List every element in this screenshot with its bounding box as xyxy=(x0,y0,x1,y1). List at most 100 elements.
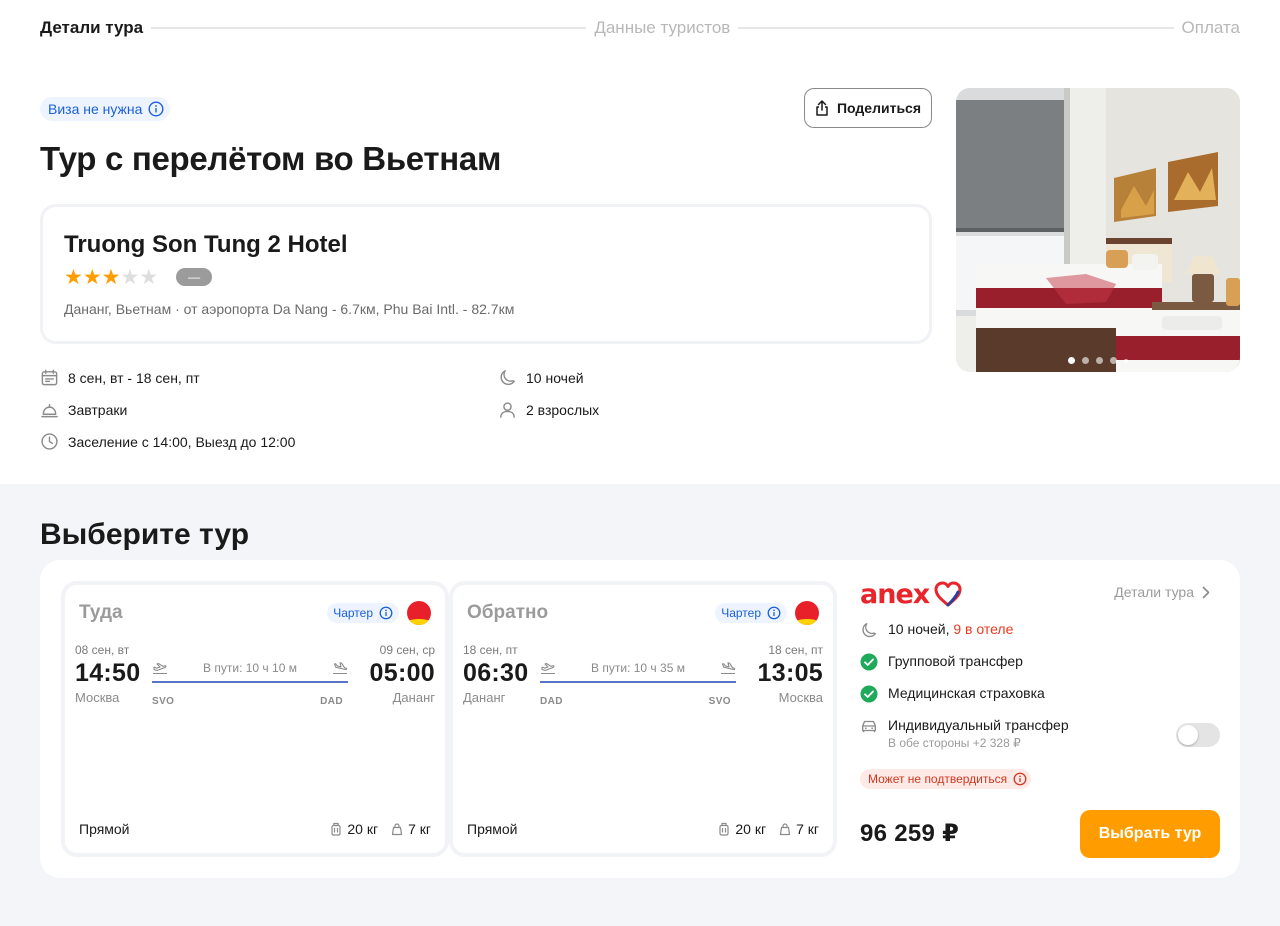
arrival-city: Дананг xyxy=(392,690,435,705)
departure-airport-code: SVO xyxy=(152,696,175,707)
hand-luggage-weight: 7 кг xyxy=(408,821,431,837)
heart-logo-icon xyxy=(934,581,962,607)
departure-city: Москва xyxy=(75,690,120,705)
meals-text: Завтраки xyxy=(68,401,128,418)
dates-text: 8 сен, вт - 18 сен, пт xyxy=(68,369,200,386)
suitcase-icon xyxy=(331,822,341,836)
hotel-photo-carousel[interactable] xyxy=(956,88,1240,372)
tour-summary: anex Детали тура 10 ночей, 9 в отеле Гру… xyxy=(860,579,1220,859)
star-icon: ★ xyxy=(64,265,83,289)
check-circle-icon xyxy=(860,685,878,703)
departure-time: 06:30 xyxy=(463,659,529,687)
hotel-room-photo xyxy=(956,88,1240,372)
flight-route: В пути: 10 ч 35 м DAD SVO xyxy=(540,659,736,709)
departure-date: 08 сен, вт xyxy=(75,643,130,657)
flight-duration: В пути: 10 ч 35 м xyxy=(591,661,685,675)
summary-nights: 10 ночей, 9 в отеле xyxy=(860,621,1013,639)
moon-icon xyxy=(500,370,515,386)
info-icon xyxy=(148,101,164,117)
summary-group-transfer: Групповой трансфер xyxy=(860,653,1023,671)
charter-badge[interactable]: Чартер xyxy=(327,603,399,623)
choose-tour-button[interactable]: Выбрать тур xyxy=(1080,810,1220,858)
carousel-dot[interactable] xyxy=(1110,357,1117,364)
arrival-date: 18 сен, пт xyxy=(768,643,823,657)
landing-icon xyxy=(333,662,348,675)
nights-count: 10 ночей, xyxy=(888,621,950,637)
departure-date: 18 сен, пт xyxy=(463,643,518,657)
baggage-info: 20 кг 7 кг xyxy=(329,821,431,837)
tour-price: 96 259 ₽ xyxy=(860,820,960,847)
flight-outbound[interactable]: Туда Чартер 08 сен, вт 09 сен, ср 14:50 … xyxy=(61,581,449,857)
departure-airport-code: DAD xyxy=(540,696,563,707)
step-tour-details: Детали тура xyxy=(40,18,144,37)
summary-individual-transfer: Индивидуальный трансфер В обе стороны +2… xyxy=(860,717,1069,750)
handbag-icon xyxy=(391,823,403,836)
flight-tags: Чартер xyxy=(715,601,819,625)
individual-transfer-toggle[interactable] xyxy=(1176,723,1220,747)
share-button[interactable]: Поделиться xyxy=(804,88,932,128)
hotel-name[interactable]: Truong Son Tung 2 Hotel xyxy=(64,231,908,259)
warning-label: Может не подтвердиться xyxy=(868,772,1008,786)
visa-badge[interactable]: Виза не нужна xyxy=(40,97,171,121)
arrival-airport-code: SVO xyxy=(708,696,731,707)
flight-return[interactable]: Обратно Чартер 18 сен, пт 18 сен, пт 06:… xyxy=(449,581,837,857)
person-icon xyxy=(500,402,515,418)
clock-icon xyxy=(41,433,58,450)
landing-icon xyxy=(721,662,736,675)
chevron-right-icon xyxy=(1202,586,1210,598)
carousel-dot[interactable] xyxy=(1096,357,1103,364)
step-payment: Оплата xyxy=(1181,18,1241,37)
choose-tour-section: Выберите тур Туда Чартер 08 сен, вт 09 с… xyxy=(0,484,1280,926)
hotel-stars: ★ ★ ★ ★ ★ — xyxy=(64,265,908,289)
handbag-icon xyxy=(779,823,791,836)
charter-badge[interactable]: Чартер xyxy=(715,603,787,623)
share-icon xyxy=(816,100,828,116)
airline-logo-icon xyxy=(795,601,819,625)
step-divider xyxy=(151,27,587,29)
confirmation-warning-badge[interactable]: Может не подтвердиться xyxy=(860,769,1032,789)
insurance-label: Медицинская страховка xyxy=(888,685,1045,701)
tour-details-link[interactable]: Детали тура xyxy=(1114,584,1210,600)
group-transfer-label: Групповой трансфер xyxy=(888,653,1023,669)
flight-route: В пути: 10 ч 10 м SVO DAD xyxy=(152,659,348,709)
arrival-airport-code: DAD xyxy=(320,696,343,707)
guests-text: 2 взрослых xyxy=(526,401,600,418)
info-icon xyxy=(1013,772,1027,786)
baggage-weight: 20 кг xyxy=(735,821,767,837)
arrival-time: 05:00 xyxy=(369,659,435,687)
calendar-icon xyxy=(41,369,58,386)
flight-type: Прямой xyxy=(467,821,518,837)
moon-icon xyxy=(862,623,876,638)
star-icon: ★ xyxy=(139,265,159,289)
carousel-dot[interactable] xyxy=(1068,357,1075,364)
star-icon: ★ xyxy=(120,265,140,289)
share-button-label: Поделиться xyxy=(836,100,922,116)
visa-badge-label: Виза не нужна xyxy=(48,101,143,117)
summary-insurance: Медицинская страховка xyxy=(860,685,1045,703)
checkin-text: Заселение с 14:00, Выезд до 12:00 xyxy=(68,433,296,450)
flight-type: Прямой xyxy=(79,821,130,837)
carousel-dot[interactable] xyxy=(1124,358,1128,363)
star-icon: ★ xyxy=(101,265,121,289)
fact-dates: 8 сен, вт - 18 сен, пт xyxy=(40,368,200,387)
nights-in-hotel: 9 в отеле xyxy=(953,621,1014,637)
info-icon xyxy=(379,606,393,620)
rating-badge: — xyxy=(176,268,213,286)
carousel-dot[interactable] xyxy=(1082,357,1089,364)
tour-details-label: Детали тура xyxy=(1114,584,1194,600)
page-title: Тур с перелётом во Вьетнам xyxy=(40,140,502,177)
fact-meals: Завтраки xyxy=(40,400,127,419)
hand-luggage-weight: 7 кг xyxy=(796,821,819,837)
baggage-weight: 20 кг xyxy=(347,821,379,837)
flight-direction: Туда xyxy=(79,602,123,623)
flight-tags: Чартер xyxy=(327,601,431,625)
hotel-card: Truong Son Tung 2 Hotel ★ ★ ★ ★ ★ — Дана… xyxy=(40,204,932,344)
operator-name: anex xyxy=(860,578,930,610)
section-title: Выберите тур xyxy=(40,518,250,551)
carousel-dots xyxy=(956,357,1240,364)
flight-header: Обратно Чартер xyxy=(467,598,819,628)
car-icon xyxy=(862,720,876,733)
flight-footer: Прямой 20 кг 7 кг xyxy=(79,817,431,841)
check-circle-icon xyxy=(860,653,878,671)
suitcase-icon xyxy=(719,822,729,836)
